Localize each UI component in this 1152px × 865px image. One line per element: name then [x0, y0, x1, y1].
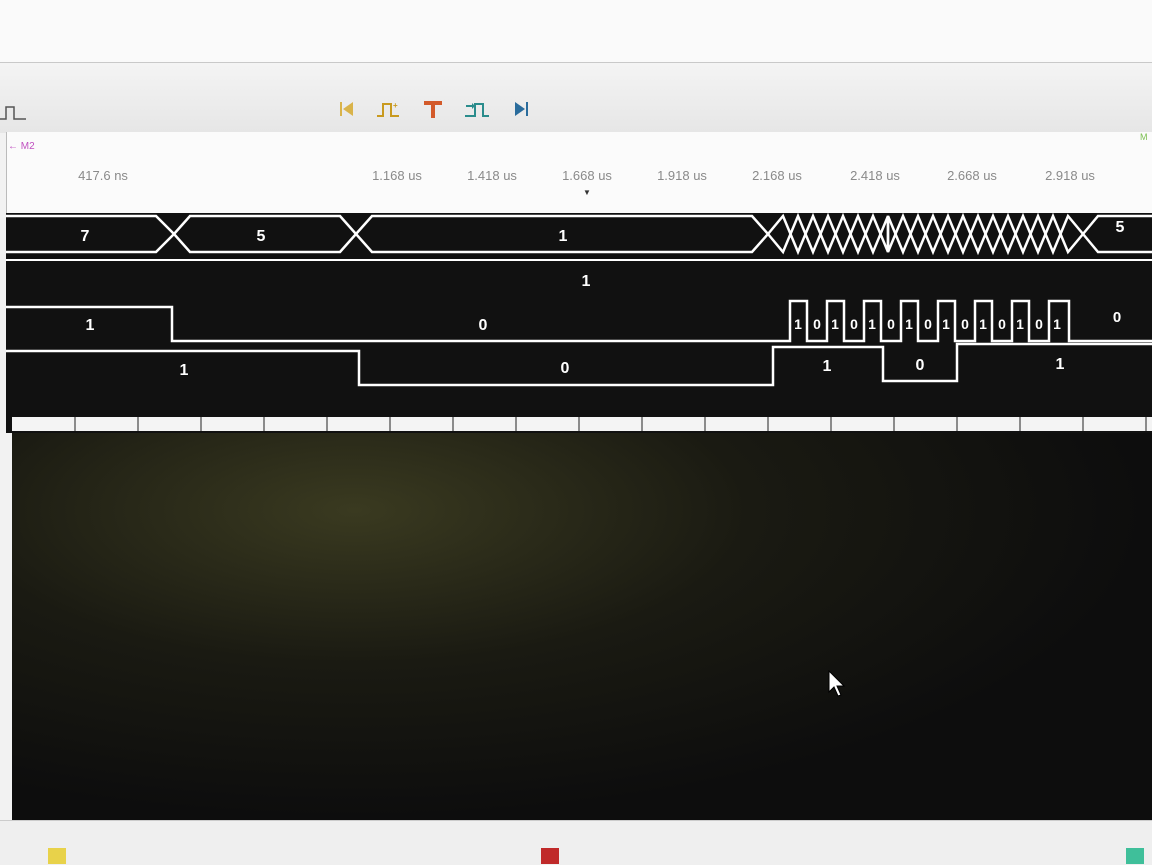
edge-plus-icon[interactable]: + [372, 94, 406, 124]
slow-signal-value: 0 [916, 357, 925, 374]
pulse-value: 1 [905, 316, 913, 332]
trigger-t-icon[interactable] [416, 94, 450, 124]
tick-label: 417.6 ns [78, 168, 128, 183]
bus-value: 5 [1116, 219, 1125, 236]
window-top-strip [0, 0, 1152, 62]
toolbar [0, 62, 1152, 133]
pulse-value: 1 [868, 316, 876, 332]
bus-value: 1 [559, 228, 568, 245]
status-bar [0, 820, 1152, 865]
pulse-value: 0 [998, 316, 1006, 332]
skip-forward-icon[interactable] [504, 94, 538, 124]
waveform-area[interactable]: 7 5 1 5 1 1 0 0 101010101010101 1 0 1 0 … [6, 213, 1152, 433]
slow-signal-value: 1 [180, 362, 189, 379]
bus-value: 7 [81, 228, 90, 245]
tick-label: 2.168 us [752, 168, 802, 183]
pulse-value: 0 [1035, 316, 1043, 332]
right-marker-icon: M [1140, 132, 1148, 142]
pulse-value: 1 [1053, 316, 1061, 332]
tick-label: 1.168 us [372, 168, 422, 183]
fast-signal-value: 0 [479, 317, 488, 334]
skip-back-icon[interactable] [330, 94, 364, 124]
tick-label: 2.918 us [1045, 168, 1095, 183]
tick-label: 2.668 us [947, 168, 997, 183]
pulse-value: 0 [961, 316, 969, 332]
slow-signal-value: 1 [823, 358, 832, 375]
marker-name: M2 [20, 141, 35, 152]
tick-label: 1.418 us [467, 168, 517, 183]
pulse-value: 0 [850, 316, 858, 332]
slow-signal-trace [6, 342, 1152, 387]
slow-signal-value: 0 [561, 360, 570, 377]
stop-record-icon[interactable] [541, 848, 559, 864]
bus-value: 5 [257, 228, 266, 245]
tick-label: 1.918 us [657, 168, 707, 183]
pulse-value: 1 [831, 316, 839, 332]
pulse-value: 0 [813, 316, 821, 332]
constant-value: 1 [582, 273, 591, 290]
pulse-value: 1 [1016, 316, 1024, 332]
pulse-labels: 101010101010101 [794, 316, 1061, 332]
pulse-value: 0 [924, 316, 932, 332]
mouse-pointer-icon [828, 669, 848, 703]
fast-signal-value: 0 [1113, 309, 1121, 326]
marker-label[interactable]: ← M2 [8, 141, 35, 152]
waveform-mode-icon[interactable] [0, 99, 34, 127]
pulse-value: 1 [794, 316, 802, 332]
svg-text:+: + [393, 101, 398, 110]
cursor-marker-icon[interactable]: ▼ [583, 188, 591, 197]
tick-label: 1.668 us [562, 168, 612, 183]
pulse-value: 1 [942, 316, 950, 332]
empty-waveform-pane[interactable] [12, 433, 1152, 820]
pulse-value: 1 [979, 316, 987, 332]
pulse-value: 0 [887, 316, 895, 332]
pulse-arrow-icon[interactable] [460, 94, 494, 124]
status-teal-icon[interactable] [1126, 848, 1144, 864]
bus-trace [6, 213, 1152, 256]
status-yellow-icon[interactable] [48, 848, 66, 864]
slow-signal-value: 1 [1056, 356, 1065, 373]
fast-signal-value: 1 [86, 317, 95, 334]
tick-label: 2.418 us [850, 168, 900, 183]
